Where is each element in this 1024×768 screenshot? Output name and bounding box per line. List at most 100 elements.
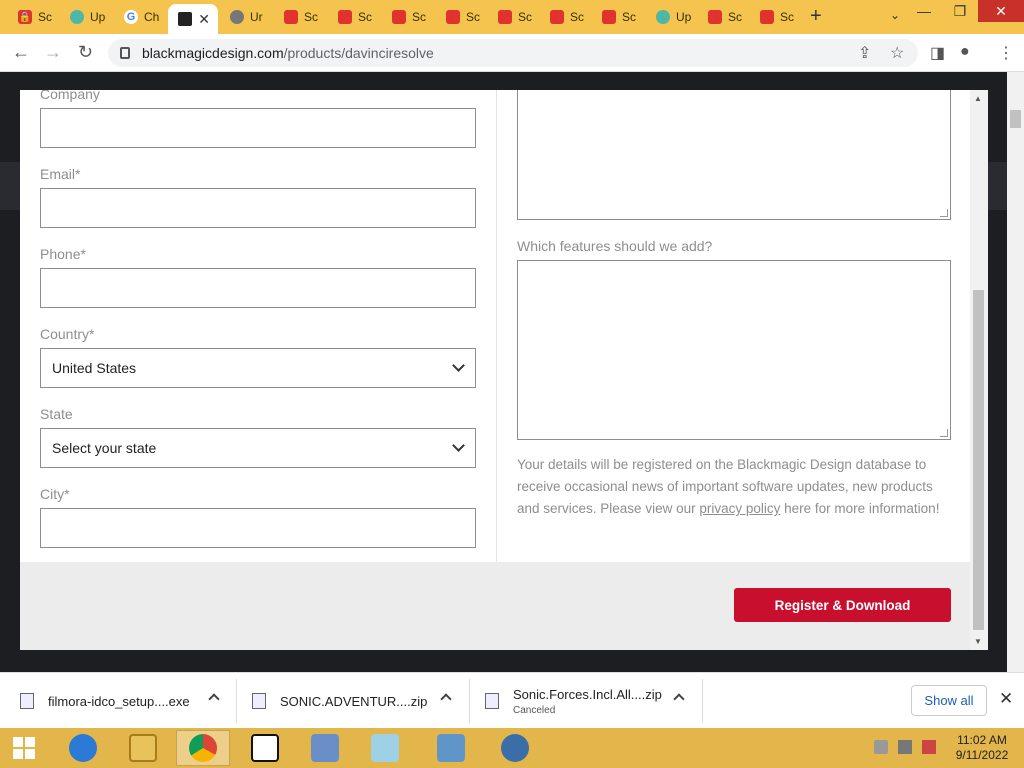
company-input[interactable] bbox=[40, 108, 476, 148]
restore-button[interactable]: ❐ bbox=[942, 0, 978, 22]
tab-3[interactable]: G Ch bbox=[114, 4, 164, 30]
lock-red-icon bbox=[760, 10, 774, 24]
chrome-taskbar-button[interactable] bbox=[176, 730, 230, 766]
tab-2[interactable]: Up bbox=[60, 4, 110, 30]
form-footer: Register & Download bbox=[20, 562, 988, 650]
start-button[interactable] bbox=[0, 730, 48, 766]
minimize-button[interactable]: — bbox=[906, 0, 942, 22]
show-all-button[interactable]: Show all bbox=[911, 685, 987, 716]
chrome-icon bbox=[189, 734, 217, 762]
lock-red-icon bbox=[498, 10, 512, 24]
register-download-button[interactable]: Register & Download bbox=[734, 588, 951, 622]
setup-icon bbox=[311, 734, 339, 762]
close-window-button[interactable]: ✕ bbox=[978, 0, 1024, 22]
country-select[interactable]: United States bbox=[40, 348, 476, 388]
download-item[interactable]: filmora-idco_setup....exe bbox=[20, 673, 230, 729]
forward-icon[interactable]: → bbox=[44, 42, 62, 63]
notepad-taskbar-button[interactable] bbox=[358, 730, 412, 766]
tab-15[interactable]: Sc bbox=[750, 4, 800, 30]
modal-scroll-thumb[interactable] bbox=[973, 290, 984, 630]
side-panel-icon[interactable]: ◨ bbox=[930, 43, 945, 63]
notepad-icon bbox=[371, 734, 399, 762]
close-shelf-icon[interactable]: ✕ bbox=[999, 689, 1013, 709]
address-bar[interactable]: blackmagicdesign.com/products/davincires… bbox=[108, 39, 918, 67]
download-shelf: filmora-idco_setup....exe SONIC.ADVENTUR… bbox=[0, 672, 1024, 728]
tab-13[interactable]: Up bbox=[646, 4, 696, 30]
google-icon: G bbox=[124, 10, 138, 24]
network-icon[interactable] bbox=[898, 740, 912, 754]
ie-taskbar-button[interactable] bbox=[56, 730, 110, 766]
windows-logo-icon bbox=[13, 737, 35, 759]
tab-10[interactable]: Sc bbox=[488, 4, 538, 30]
tab-5[interactable]: Ur bbox=[220, 4, 270, 30]
bookmark-star-icon[interactable]: ☆ bbox=[890, 43, 904, 63]
zip-file-icon bbox=[252, 693, 266, 709]
state-select[interactable]: Select your state bbox=[40, 428, 476, 468]
lock-red-icon bbox=[392, 10, 406, 24]
phone-input[interactable] bbox=[40, 268, 476, 308]
resize-grip-icon[interactable] bbox=[940, 209, 948, 217]
state-label: State bbox=[40, 406, 73, 422]
zip-file-icon bbox=[485, 693, 499, 709]
tab-8[interactable]: Sc bbox=[382, 4, 432, 30]
installer-taskbar-button[interactable] bbox=[298, 730, 352, 766]
resize-grip-icon[interactable] bbox=[940, 429, 948, 437]
chevron-up-icon[interactable] bbox=[208, 693, 220, 705]
installer-file-icon bbox=[20, 693, 34, 709]
tab-12[interactable]: Sc bbox=[592, 4, 642, 30]
volume-muted-icon[interactable] bbox=[874, 740, 888, 754]
phone-label: Phone* bbox=[40, 246, 86, 262]
lock-red-icon bbox=[446, 10, 460, 24]
chevron-up-icon[interactable] bbox=[440, 693, 452, 705]
tab-7[interactable]: Sc bbox=[328, 4, 378, 30]
windows-taskbar: 11:02 AM 9/11/2022 bbox=[0, 728, 1024, 768]
page-scroll-thumb[interactable] bbox=[1010, 110, 1021, 128]
tab-6[interactable]: Sc bbox=[274, 4, 324, 30]
divider bbox=[236, 679, 237, 723]
control-panel-taskbar-button[interactable] bbox=[424, 730, 478, 766]
chevron-down-icon bbox=[452, 359, 465, 372]
share-icon[interactable]: ⇪ bbox=[858, 43, 871, 63]
lock-red-icon bbox=[550, 10, 564, 24]
system-clock[interactable]: 11:02 AM 9/11/2022 bbox=[950, 733, 1014, 763]
download-app-taskbar-button[interactable] bbox=[488, 730, 542, 766]
features-textarea[interactable] bbox=[517, 260, 951, 440]
close-tab-icon[interactable]: ✕ bbox=[198, 11, 210, 28]
modal-scrollbar[interactable]: ▲ ▼ bbox=[970, 90, 988, 650]
menu-icon[interactable]: ⋮ bbox=[998, 43, 1014, 63]
reload-icon[interactable]: ↻ bbox=[78, 42, 93, 63]
lock-icon[interactable] bbox=[120, 47, 130, 59]
action-center-icon[interactable] bbox=[922, 740, 936, 754]
file-explorer-icon bbox=[129, 734, 157, 762]
chevron-up-icon[interactable] bbox=[673, 693, 685, 705]
tab-search-icon[interactable]: ⌄ bbox=[890, 8, 900, 22]
company-label: Company bbox=[40, 90, 100, 102]
tab-9[interactable]: Sc bbox=[436, 4, 486, 30]
email-input[interactable] bbox=[40, 188, 476, 228]
scroll-up-icon[interactable]: ▲ bbox=[974, 94, 982, 103]
tab-11[interactable]: Sc bbox=[540, 4, 590, 30]
web-page: Company Email* Phone* Country* United St… bbox=[0, 72, 1024, 672]
new-tab-button[interactable]: + bbox=[810, 5, 822, 28]
teal-logo-icon bbox=[70, 10, 84, 24]
teal-logo-icon bbox=[656, 10, 670, 24]
globe-icon bbox=[230, 10, 244, 24]
scroll-down-icon[interactable]: ▼ bbox=[974, 637, 982, 646]
tab-1[interactable]: 🔒 Sc bbox=[8, 4, 58, 30]
privacy-policy-link[interactable]: privacy policy bbox=[699, 501, 780, 516]
page-scrollbar[interactable] bbox=[1007, 72, 1024, 672]
lock-red-icon bbox=[338, 10, 352, 24]
profile-icon[interactable]: ● bbox=[960, 43, 970, 61]
lock-red-icon: 🔒 bbox=[18, 10, 32, 24]
7zip-taskbar-button[interactable] bbox=[238, 730, 292, 766]
back-icon[interactable]: ← bbox=[12, 42, 30, 63]
divider bbox=[702, 679, 703, 723]
city-input[interactable] bbox=[40, 508, 476, 548]
explorer-taskbar-button[interactable] bbox=[116, 730, 170, 766]
download-item[interactable]: SONIC.ADVENTUR....zip bbox=[252, 673, 462, 729]
tab-14[interactable]: Sc bbox=[698, 4, 748, 30]
comments-textarea[interactable] bbox=[517, 90, 951, 220]
download-app-icon bbox=[501, 734, 529, 762]
tab-active[interactable]: ✕ bbox=[168, 4, 218, 34]
download-item[interactable]: Sonic.Forces.Incl.All....zip Canceled bbox=[485, 673, 695, 729]
